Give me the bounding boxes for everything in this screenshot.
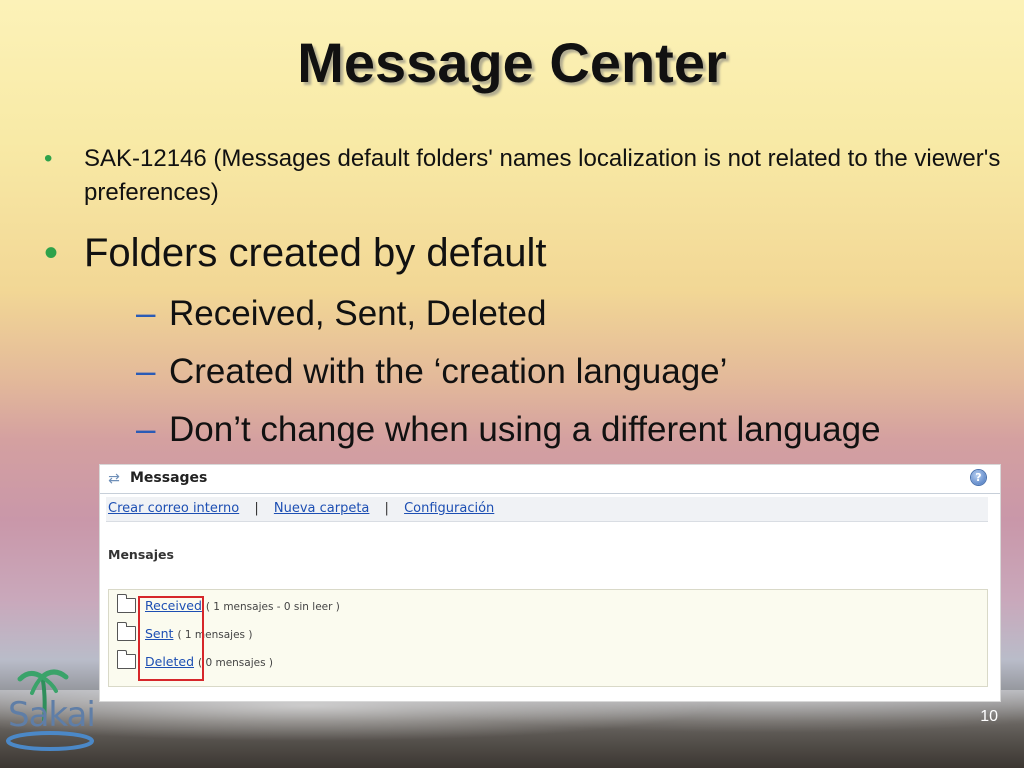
folder-icon xyxy=(117,593,136,613)
messages-tool-screenshot: ⇄ Messages ? Crear correo interno | Nuev… xyxy=(100,465,1000,701)
page-number: 10 xyxy=(980,708,998,725)
sub-bullet-item: – Received, Sent, Deleted xyxy=(84,292,1004,336)
new-folder-link[interactable]: Nueva carpeta xyxy=(274,501,370,516)
sub-bullet-text: Received, Sent, Deleted xyxy=(169,294,547,333)
highlight-box xyxy=(138,596,204,681)
swap-arrows-icon: ⇄ xyxy=(108,471,120,487)
folder-icon xyxy=(117,621,136,641)
background-beach xyxy=(0,690,1024,768)
folder-icon xyxy=(117,649,136,669)
sakai-logo: Sakai xyxy=(6,665,106,755)
sub-bullet-item: – Created with the ‘creation language’ xyxy=(84,350,1004,394)
slide-title: Message Center xyxy=(297,31,727,94)
sub-bullet-text: Don’t change when using a different lang… xyxy=(169,410,881,449)
tool-toolbar: Crear correo interno | Nueva carpeta | C… xyxy=(106,497,988,522)
settings-link[interactable]: Configuración xyxy=(404,501,494,516)
sub-bullet-list: – Received, Sent, Deleted – Created with… xyxy=(84,292,1004,452)
tool-title: Messages xyxy=(130,470,208,486)
sub-bullet-item: – Don’t change when using a different la… xyxy=(84,408,1004,452)
help-icon[interactable]: ? xyxy=(971,470,986,485)
sub-bullet-dash: – xyxy=(136,294,156,333)
bullet-item: • Folders created by default – Received,… xyxy=(44,228,1004,452)
folder-count: ( 0 mensajes ) xyxy=(198,657,273,669)
sub-bullet-text: Created with the ‘creation language’ xyxy=(169,352,728,391)
bullet-text: Folders created by default xyxy=(84,231,547,275)
bullet-list: • SAK-12146 (Messages default folders' n… xyxy=(44,142,1004,452)
sub-bullet-dash: – xyxy=(136,352,156,391)
sub-bullet-dash: – xyxy=(136,410,156,449)
bullet-dot: • xyxy=(44,145,53,172)
toolbar-separator: | xyxy=(384,501,389,516)
toolbar-separator: | xyxy=(254,501,259,516)
folder-list: Received( 1 mensajes - 0 sin leer ) Sent… xyxy=(108,589,988,687)
tool-header: ⇄ Messages ? xyxy=(100,465,1000,494)
create-message-link[interactable]: Crear correo interno xyxy=(108,501,239,516)
logo-text: Sakai xyxy=(8,695,96,735)
section-label: Mensajes xyxy=(108,547,174,562)
bullet-item: • SAK-12146 (Messages default folders' n… xyxy=(44,142,1004,210)
folder-count: ( 1 mensajes - 0 sin leer ) xyxy=(205,601,340,613)
bullet-text: SAK-12146 (Messages default folders' nam… xyxy=(84,145,1001,206)
bullet-dot: • xyxy=(44,231,59,275)
